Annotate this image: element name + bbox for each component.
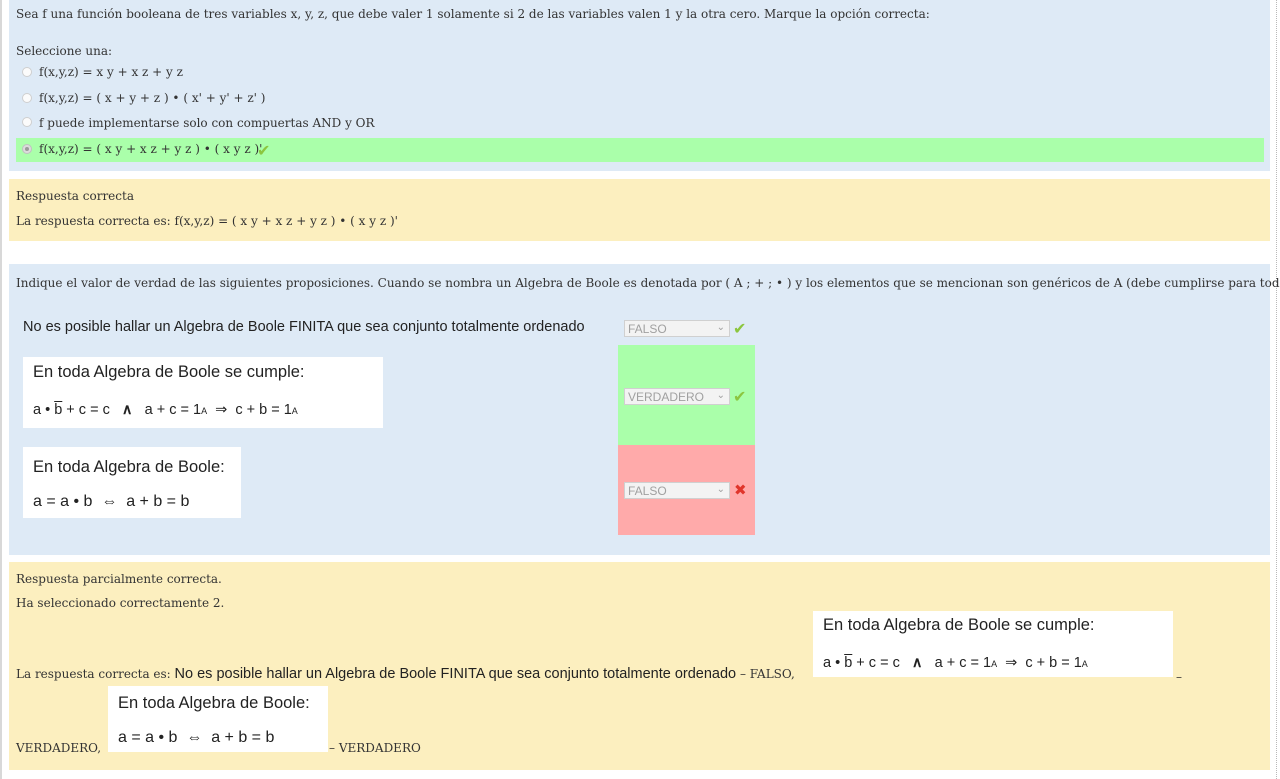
feedback-2-correct-line: La respuesta correcta es: No es posible … (16, 666, 795, 682)
statement-1: No es posible hallar un Algebra de Boole… (23, 319, 585, 335)
question-1-feedback (9, 179, 1270, 241)
question-1-prompt: Seleccione una: (16, 44, 113, 58)
feedback-1-title: Respuesta correcta (16, 189, 134, 203)
statement-3-formula: a = a • b ⇔ a + b = b (33, 493, 190, 510)
feedback-statement-3-title: En toda Algebra de Boole: (118, 694, 310, 712)
feedback-2-sep1: – FALSO, (736, 667, 795, 681)
option-1-radio[interactable] (22, 67, 32, 77)
feedback-2-title: Respuesta parcialmente correcta. (16, 572, 222, 586)
left-border (0, 0, 2, 779)
option-3-label[interactable]: f puede implementarse solo con compuerta… (39, 116, 375, 130)
statement-2-title: En toda Algebra de Boole se cumple: (33, 363, 305, 381)
chevron-down-icon: ⌄ (716, 484, 725, 495)
feedback-2-sep2: – (1176, 670, 1182, 684)
feedback-statement-2-formula: a • b + c = c ∧ a + c = 1A ⇒ c + b = 1A (823, 655, 1088, 671)
check-icon: ✔ (257, 141, 271, 160)
option-1-label[interactable]: f(x,y,z) = x y + x z + y z (39, 65, 183, 79)
feedback-statement-3-box: En toda Algebra de Boole: a = a • b ⇔ a … (108, 686, 328, 752)
statement-3-box: En toda Algebra de Boole: a = a • b ⇔ a … (23, 447, 241, 518)
option-4-label[interactable]: f(x,y,z) = ( x y + x z + y z ) • ( x y z… (39, 142, 262, 156)
option-4-radio[interactable] (22, 144, 32, 154)
statement-3-title: En toda Algebra de Boole: (33, 458, 225, 476)
feedback-2-count: Ha seleccionado correctamente 2. (16, 596, 225, 610)
chevron-down-icon: ⌄ (716, 322, 725, 333)
answer-select-2[interactable]: VERDADERO ⌄ (624, 388, 730, 405)
answer-select-3-value: FALSO (628, 484, 667, 498)
feedback-statement-2-box: En toda Algebra de Boole se cumple: a • … (813, 611, 1173, 677)
feedback-2-sep3: – VERDADERO (329, 741, 421, 755)
right-scroll-border (1276, 0, 1280, 779)
option-2-label[interactable]: f(x,y,z) = ( x + y + z ) • ( x' + y' + z… (39, 91, 265, 105)
check-icon: ✔ (733, 387, 747, 406)
close-icon: ✖ (734, 481, 747, 499)
question-2-text: Indique el valor de verdad de las siguie… (16, 276, 1280, 290)
answer-select-1-value: FALSO (628, 322, 667, 336)
answer-select-1[interactable]: FALSO ⌄ (624, 320, 730, 337)
option-3-radio[interactable] (22, 117, 32, 127)
statement-2-box: En toda Algebra de Boole se cumple: a • … (23, 357, 383, 428)
statement-2-formula: a • b + c = c ∧ a + c = 1A ⇒ c + b = 1A (33, 402, 298, 418)
check-icon: ✔ (733, 319, 747, 338)
chevron-down-icon: ⌄ (716, 390, 725, 401)
feedback-2-verdadero-prefix: VERDADERO, (16, 741, 102, 755)
feedback-statement-3-formula: a = a • b ⇔ a + b = b (118, 729, 275, 746)
answer-select-3[interactable]: FALSO ⌄ (624, 482, 730, 499)
answer-select-2-value: VERDADERO (628, 390, 705, 404)
feedback-2-correct-prefix: La respuesta correcta es: (16, 667, 175, 681)
feedback-statement-2-title: En toda Algebra de Boole se cumple: (823, 616, 1095, 634)
feedback-1-answer: La respuesta correcta es: f(x,y,z) = ( x… (16, 214, 398, 228)
question-1-text: Sea f una función booleana de tres varia… (16, 7, 930, 21)
feedback-2-stmt1: No es posible hallar un Algebra de Boole… (174, 666, 737, 682)
option-2-radio[interactable] (22, 93, 32, 103)
